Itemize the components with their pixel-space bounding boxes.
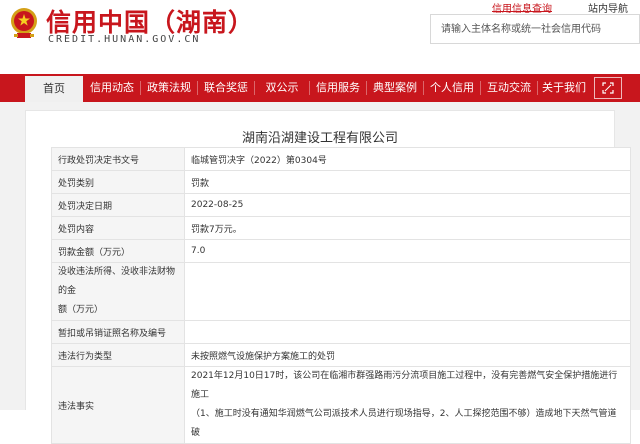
company-name: 湖南沿湖建设工程有限公司: [241, 131, 398, 146]
field-label-line: 额（万元）: [58, 305, 104, 315]
field-label: 暂扣或吊销证照名称及编号: [51, 320, 185, 344]
nav-item-rewards-punishments[interactable]: 联合奖惩: [198, 74, 254, 102]
field-value: 罚款: [184, 170, 631, 194]
nav-item-home[interactable]: 首页: [25, 74, 83, 102]
table-row: 处罚决定日期 2022-08-25: [51, 193, 631, 217]
table-row: 违法事实 2021年12月10日17时，该公司在临湘市群强路雨污分流项目施工过程…: [51, 366, 631, 444]
table-row: 罚款金额（万元） 7.0: [51, 239, 631, 263]
field-value: 2021年12月10日17时，该公司在临湘市群强路雨污分流项目施工过程中，没有完…: [184, 366, 631, 444]
site-nav-link[interactable]: 站内导航: [588, 0, 628, 15]
field-label: 违法事实: [51, 366, 185, 444]
nav-item-cases[interactable]: 典型案例: [367, 74, 423, 102]
site-url: CREDIT.HUNAN.GOV.CN: [48, 34, 201, 45]
field-label: 罚款金额（万元）: [51, 239, 185, 263]
table-row: 暂扣或吊销证照名称及编号: [51, 320, 631, 344]
table-row: 处罚类别 罚款: [51, 170, 631, 194]
field-label: 没收违法所得、没收非法财物的金 额（万元）: [51, 262, 185, 321]
field-value: 未按照燃气设施保护方案施工的处罚: [184, 343, 631, 367]
nav-item-policy[interactable]: 政策法规: [141, 74, 197, 102]
national-emblem-icon: [11, 8, 37, 38]
field-label: 违法行为类型: [51, 343, 185, 367]
penalty-table: 行政处罚决定书文号 临城管罚决字（2022）第0304号 处罚类别 罚款 处罚决…: [51, 147, 631, 444]
main-nav: 首页 信用动态 政策法规 联合奖惩 双公示 信用服务 典型案例 个人信用 互动交…: [0, 74, 640, 102]
nav-item-personal-credit[interactable]: 个人信用: [424, 74, 480, 102]
field-label: 处罚类别: [51, 170, 185, 194]
table-row: 没收违法所得、没收非法财物的金 额（万元）: [51, 262, 631, 321]
field-value-line: （1、施工时没有通知华润燃气公司派技术人员进行现场指导，2、人工探挖范围不够）造…: [191, 409, 617, 438]
nav-item-interaction[interactable]: 互动交流: [481, 74, 537, 102]
nav-item-double-publicity[interactable]: 双公示: [255, 74, 309, 102]
search-input[interactable]: [431, 15, 639, 43]
content-area: 湖南沿湖建设工程有限公司 行政处罚决定书文号 临城管罚决字（2022）第0304…: [0, 102, 640, 444]
expand-icon[interactable]: [594, 77, 622, 99]
field-label-line: 没收违法所得、没收非法财物的金: [58, 267, 176, 296]
field-value: 2022-08-25: [184, 193, 631, 217]
site-header: 信用中国（湖南） CREDIT.HUNAN.GOV.CN 信用信息查询 站内导航: [0, 0, 640, 74]
field-label: 处罚决定日期: [51, 193, 185, 217]
nav-item-credit-services[interactable]: 信用服务: [310, 74, 366, 102]
credit-query-link[interactable]: 信用信息查询: [492, 0, 552, 15]
field-label: 行政处罚决定书文号: [51, 147, 185, 171]
nav-item-about[interactable]: 关于我们: [538, 74, 590, 102]
field-label: 处罚内容: [51, 216, 185, 240]
field-value: 7.0: [184, 239, 631, 263]
table-row: 行政处罚决定书文号 临城管罚决字（2022）第0304号: [51, 147, 631, 171]
table-row: 处罚内容 罚款7万元。: [51, 216, 631, 240]
record-panel: 湖南沿湖建设工程有限公司 行政处罚决定书文号 临城管罚决字（2022）第0304…: [25, 110, 631, 444]
table-row: 违法行为类型 未按照燃气设施保护方案施工的处罚: [51, 343, 631, 367]
field-value: 罚款7万元。: [184, 216, 631, 240]
field-value: 临城管罚决字（2022）第0304号: [184, 147, 631, 171]
nav-item-credit-news[interactable]: 信用动态: [84, 74, 140, 102]
field-value: [184, 262, 631, 321]
search-box: [430, 14, 640, 44]
field-value-line: 2021年12月10日17时，该公司在临湘市群强路雨污分流项目施工过程中，没有完…: [191, 371, 618, 400]
field-value: [184, 320, 631, 344]
